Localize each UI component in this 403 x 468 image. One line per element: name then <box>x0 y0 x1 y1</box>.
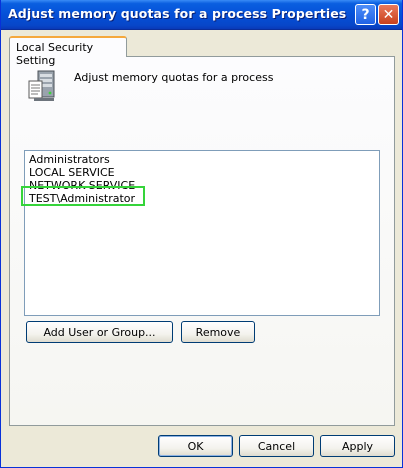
help-icon: ? <box>361 6 370 23</box>
accounts-listbox[interactable]: Administrators LOCAL SERVICE NETWORK SER… <box>24 150 380 316</box>
list-item[interactable]: Administrators <box>29 153 110 166</box>
ok-button[interactable]: OK <box>158 435 233 457</box>
close-icon: ✕ <box>382 6 395 23</box>
help-button[interactable]: ? <box>355 4 376 25</box>
policy-name: Adjust memory quotas for a process <box>74 71 274 84</box>
tab-panel: Adjust memory quotas for a process Admin… <box>9 56 395 426</box>
add-user-or-group-button[interactable]: Add User or Group... <box>26 321 173 343</box>
close-button[interactable]: ✕ <box>378 4 399 25</box>
window-title: Adjust memory quotas for a process Prope… <box>8 6 347 21</box>
highlight-box <box>21 186 145 206</box>
remove-button[interactable]: Remove <box>181 321 255 343</box>
title-bar[interactable]: Adjust memory quotas for a process Prope… <box>1 0 402 30</box>
cancel-button[interactable]: Cancel <box>239 435 314 457</box>
list-item[interactable]: LOCAL SERVICE <box>29 166 115 179</box>
tab-local-security-setting[interactable]: Local Security Setting <box>9 36 127 67</box>
properties-dialog: Adjust memory quotas for a process Prope… <box>0 0 403 468</box>
apply-button[interactable]: Apply <box>320 435 395 457</box>
policy-server-icon <box>28 70 55 101</box>
